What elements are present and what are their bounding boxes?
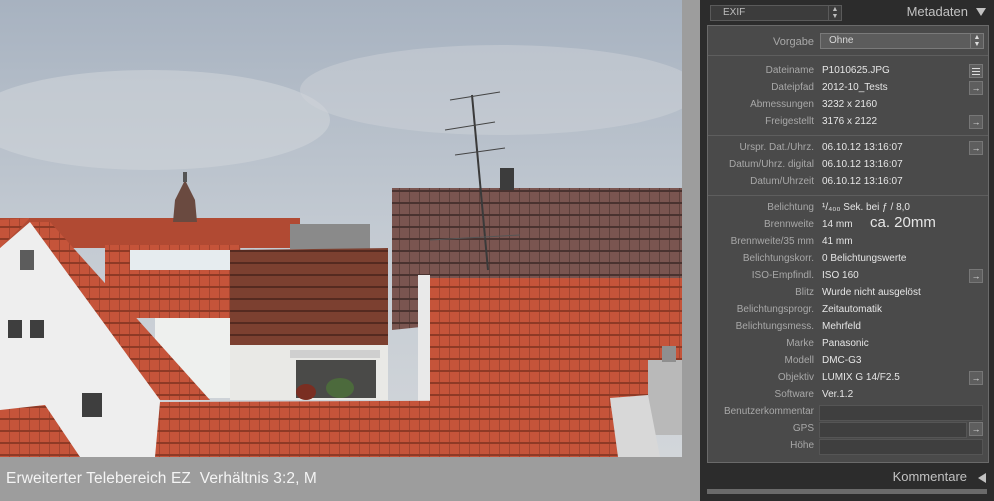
- field-label: Höhe: [790, 440, 814, 451]
- comments-section-title[interactable]: Kommentare: [870, 469, 967, 484]
- field-value: Mehrfeld: [822, 321, 861, 332]
- photo-caption: Erweiterter Telebereich EZ Verhältnis 3:…: [6, 470, 317, 487]
- field-label: Datum/Uhrz. digital: [728, 159, 814, 170]
- field-row-brennweite35: Brennweite/35 mm 41 mm: [708, 234, 988, 251]
- field-value: DMC-G3: [822, 355, 862, 366]
- field-value: LUMIX G 14/F2.5: [822, 372, 900, 383]
- field-value: 06.10.12 13:16:07: [822, 159, 903, 170]
- field-label: ISO-Empfindl.: [751, 270, 814, 281]
- field-row-brennweite: Brennweite 14 mm ca. 20mm: [708, 214, 988, 234]
- field-row-benutzerkommentar: Benutzerkommentar: [708, 404, 988, 421]
- updown-arrows-icon: ▲ ▼: [828, 6, 841, 20]
- field-label: Belichtungsprogr.: [736, 304, 814, 315]
- field-value: 3232 x 2160: [822, 99, 878, 110]
- vorgabe-dropdown[interactable]: Ohne ▲ ▼: [820, 33, 984, 49]
- field-value: ISO 160: [822, 270, 859, 281]
- metadata-section-title[interactable]: Metadaten: [900, 4, 968, 19]
- rooftop-photo: [0, 0, 682, 457]
- focal-length-annotation: ca. 20mm: [870, 214, 936, 231]
- field-label: Datum/Uhrzeit: [750, 176, 814, 187]
- field-row-blitz: Blitz Wurde nicht ausgelöst: [708, 285, 988, 302]
- field-row-hoehe: Höhe: [708, 438, 988, 455]
- go-to-folder-arrow-icon[interactable]: →: [969, 81, 983, 95]
- field-label: Blitz: [795, 287, 814, 298]
- metadata-fields: Vorgabe Ohne ▲ ▼ Dateiname P1010625.JPG D…: [707, 25, 989, 463]
- field-label: Brennweite: [763, 219, 814, 230]
- field-label: Belichtungskorr.: [742, 253, 814, 264]
- filter-iso-arrow-icon[interactable]: →: [969, 269, 983, 283]
- field-value: Zeitautomatik: [822, 304, 883, 315]
- metadata-panel-header: EXIF ▲ ▼ Metadaten: [700, 0, 994, 26]
- vorgabe-value: Ohne: [829, 35, 854, 46]
- field-value: Ver.1.2: [822, 389, 854, 400]
- hoehe-field[interactable]: [819, 439, 983, 455]
- field-row-datum-digital: Datum/Uhrz. digital 06.10.12 13:16:07: [708, 157, 988, 174]
- field-label: Dateipfad: [771, 82, 814, 93]
- field-row-urspr-datum: Urspr. Dat./Uhrz. 06.10.12 13:16:07 →: [708, 140, 988, 157]
- field-label: Software: [774, 389, 814, 400]
- field-value: 2012-10_Tests: [822, 82, 888, 93]
- field-label: Urspr. Dat./Uhrz.: [739, 142, 814, 153]
- vorgabe-label: Vorgabe: [773, 36, 814, 48]
- field-value: Wurde nicht ausgelöst: [822, 287, 921, 298]
- field-row-software: Software Ver.1.2: [708, 387, 988, 404]
- field-label: Abmessungen: [750, 99, 814, 110]
- field-label: Modell: [784, 355, 814, 366]
- benutzerkommentar-field[interactable]: [819, 405, 983, 421]
- expand-triangle-icon[interactable]: [978, 473, 986, 483]
- field-label: Marke: [786, 338, 814, 349]
- field-value: 06.10.12 13:16:07: [822, 176, 903, 187]
- divider: [708, 135, 988, 136]
- gps-field[interactable]: [819, 422, 967, 438]
- edit-capture-time-arrow-icon[interactable]: →: [969, 141, 983, 155]
- field-row-belichtungsmess: Belichtungsmess. Mehrfeld: [708, 319, 988, 336]
- field-label: Objektiv: [777, 372, 814, 383]
- field-row-belichtung: Belichtung ¹/₄₀₀ Sek. bei ƒ / 8,0: [708, 200, 988, 217]
- field-row-gps: GPS →: [708, 421, 988, 438]
- photo-image[interactable]: [0, 0, 682, 457]
- field-value: 0 Belichtungswerte: [822, 253, 907, 264]
- field-value: 14 mm: [822, 219, 853, 230]
- field-value: ¹/₄₀₀ Sek. bei ƒ / 8,0: [822, 202, 910, 213]
- filter-lens-arrow-icon[interactable]: →: [969, 371, 983, 385]
- preset-dropdown-value: EXIF: [723, 7, 746, 18]
- field-row-iso: ISO-Empfindl. ISO 160 →: [708, 268, 988, 285]
- crop-arrow-icon[interactable]: →: [969, 115, 983, 129]
- metadata-panel: EXIF ▲ ▼ Metadaten Vorgabe Ohne ▲ ▼ Datein…: [700, 0, 994, 501]
- field-row-dateiname: Dateiname P1010625.JPG: [708, 63, 988, 80]
- divider: [708, 195, 988, 196]
- field-label: Benutzerkommentar: [723, 406, 814, 417]
- show-map-arrow-icon[interactable]: →: [969, 422, 983, 436]
- field-row-belichtungsprogr: Belichtungsprogr. Zeitautomatik: [708, 302, 988, 319]
- field-value: 3176 x 2122: [822, 116, 878, 127]
- field-value: 06.10.12 13:16:07: [822, 142, 903, 153]
- field-label: GPS: [792, 423, 814, 434]
- updown-arrows-icon: ▲ ▼: [970, 34, 983, 48]
- field-row-freigestellt: Freigestellt 3176 x 2122 →: [708, 114, 988, 131]
- field-label: Brennweite/35 mm: [730, 236, 814, 247]
- metadata-preset-dropdown[interactable]: EXIF ▲ ▼: [710, 5, 842, 21]
- field-label: Dateiname: [765, 65, 814, 76]
- photo-preview-area: Erweiterter Telebereich EZ Verhältnis 3:…: [0, 0, 700, 501]
- field-row-objektiv: Objektiv LUMIX G 14/F2.5 →: [708, 370, 988, 387]
- field-row-belichtungskorr: Belichtungskorr. 0 Belichtungswerte: [708, 251, 988, 268]
- field-value: Panasonic: [822, 338, 869, 349]
- divider: [708, 55, 988, 56]
- field-row-datum-uhrzeit: Datum/Uhrzeit 06.10.12 13:16:07: [708, 174, 988, 191]
- field-row-marke: Marke Panasonic: [708, 336, 988, 353]
- field-row-modell: Modell DMC-G3: [708, 353, 988, 370]
- field-value: 41 mm: [822, 236, 853, 247]
- list-icon[interactable]: [969, 64, 983, 78]
- field-label: Belichtungsmess.: [735, 321, 814, 332]
- field-row-abmessungen: Abmessungen 3232 x 2160: [708, 97, 988, 114]
- field-label: Belichtung: [767, 202, 814, 213]
- panel-bottom-edge: [707, 489, 987, 494]
- field-row-dateipfad: Dateipfad 2012-10_Tests →: [708, 80, 988, 97]
- comments-panel-header[interactable]: Kommentare: [700, 463, 994, 489]
- collapse-triangle-icon[interactable]: [976, 8, 986, 16]
- field-value[interactable]: P1010625.JPG: [822, 65, 890, 76]
- field-label: Freigestellt: [765, 116, 814, 127]
